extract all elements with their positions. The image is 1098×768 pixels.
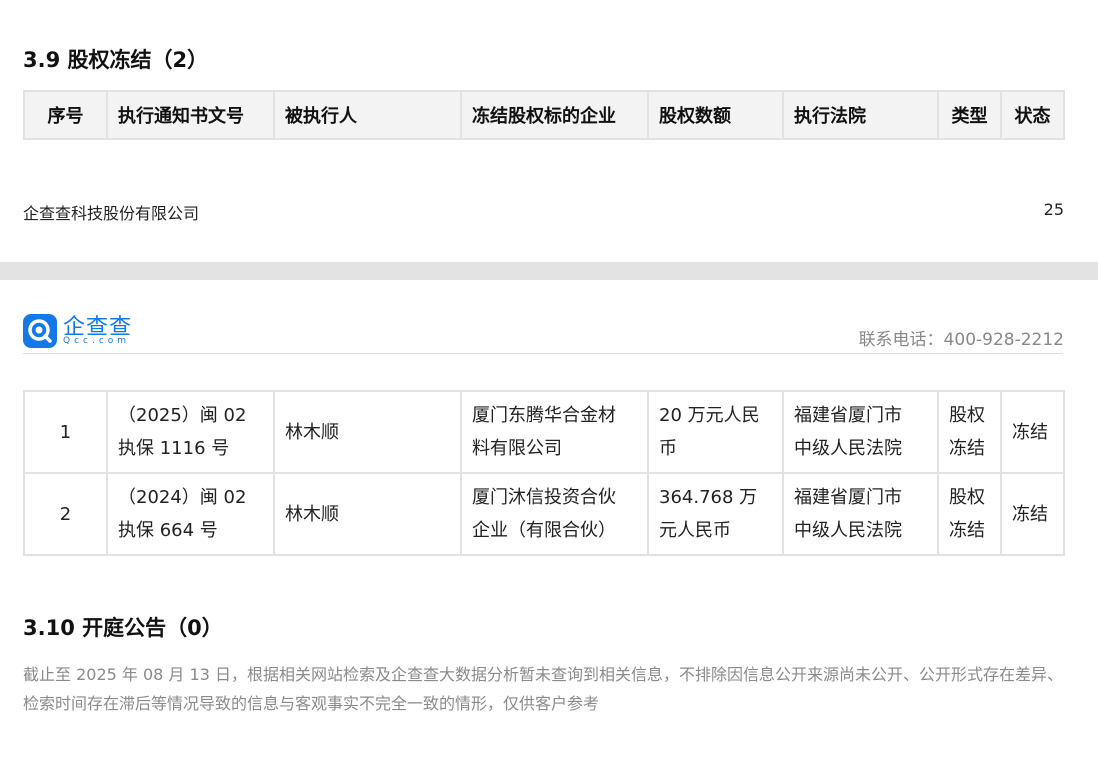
footer-page-number: 25 xyxy=(1043,200,1064,219)
no-data-note: 截止至 2025 年 08 月 13 日，根据相关网站检索及企查查大数据分析暂未… xyxy=(23,665,1063,713)
cell-court-line2: 中级人民法院 xyxy=(794,520,902,541)
cell-amount: 364.768 万元人民币 xyxy=(647,472,784,556)
cell-status: 冻结 xyxy=(1000,390,1065,474)
cell-type: 股权 冻结 xyxy=(937,472,1002,556)
cell-executee: 林木顺 xyxy=(273,472,462,556)
cell-amount-line2: 币 xyxy=(659,438,677,459)
cell-type-line2: 冻结 xyxy=(949,520,985,541)
cell-index: 1 xyxy=(23,390,108,474)
cell-target-line1: 厦门沐信投资合伙 xyxy=(472,487,616,508)
cell-amount-line1: 20 万元人民 xyxy=(659,405,760,426)
column-header-court: 执行法院 xyxy=(782,90,939,140)
header-divider xyxy=(23,353,1063,354)
cell-court: 福建省厦门市 中级人民法院 xyxy=(782,390,939,474)
cell-doc-no-line2: 执保 664 号 xyxy=(118,520,218,541)
cell-court: 福建省厦门市 中级人民法院 xyxy=(782,472,939,556)
cell-target-company: 厦门东腾华合金材 料有限公司 xyxy=(460,390,649,474)
cell-court-line1: 福建省厦门市 xyxy=(794,405,902,426)
table-row: 2 （2024）闽 02 执保 664 号 林木顺 厦门沐信投资合伙 企业（有限合伙… xyxy=(23,472,1065,556)
column-header-executee: 被执行人 xyxy=(273,90,462,140)
table-header-row: 序号 执行通知书文号 被执行人 冻结股权标的企业 股权数额 执行法院 类型 状态 xyxy=(23,90,1065,140)
cell-status: 冻结 xyxy=(1000,472,1065,556)
column-header-doc-no: 执行通知书文号 xyxy=(106,90,275,140)
column-header-status: 状态 xyxy=(1000,90,1065,140)
cell-type: 股权 冻结 xyxy=(937,390,1002,474)
section-title-equity-freeze: 3.9 股权冻结（2） xyxy=(23,48,209,72)
section-title-court-hearing: 3.10 开庭公告（0） xyxy=(23,616,223,640)
equity-freeze-table-body: 1 （2025）闽 02 执保 1116 号 林木顺 厦门东腾华合金材 料有限公司 … xyxy=(23,390,1065,556)
cell-amount-line1: 364.768 万 xyxy=(659,487,758,508)
cell-index: 2 xyxy=(23,472,108,556)
cell-court-line2: 中级人民法院 xyxy=(794,438,902,459)
cell-target-line2: 企业（有限合伙） xyxy=(472,520,616,541)
footer-company-name: 企查查科技股份有限公司 xyxy=(23,204,200,223)
cell-target-company: 厦门沐信投资合伙 企业（有限合伙） xyxy=(460,472,649,556)
cell-amount: 20 万元人民币 xyxy=(647,390,784,474)
cell-type-line2: 冻结 xyxy=(949,438,985,459)
cell-amount-line2: 元人民币 xyxy=(659,520,731,541)
equity-freeze-table-header: 序号 执行通知书文号 被执行人 冻结股权标的企业 股权数额 执行法院 类型 状态 xyxy=(23,90,1065,140)
cell-executee: 林木顺 xyxy=(273,390,462,474)
cell-doc-no-line1: （2024）闽 02 xyxy=(118,487,247,508)
cell-type-line1: 股权 xyxy=(949,487,985,508)
cell-type-line1: 股权 xyxy=(949,405,985,426)
cell-doc-no: （2024）闽 02 执保 664 号 xyxy=(106,472,275,556)
cell-doc-no-line2: 执保 1116 号 xyxy=(118,438,230,459)
cell-court-line1: 福建省厦门市 xyxy=(794,487,902,508)
column-header-amount: 股权数额 xyxy=(647,90,784,140)
cell-target-line2: 料有限公司 xyxy=(472,438,562,459)
cell-doc-no: （2025）闽 02 执保 1116 号 xyxy=(106,390,275,474)
cell-target-line1: 厦门东腾华合金材 xyxy=(472,405,616,426)
logo-subtext: Qcc.com xyxy=(63,336,131,346)
column-header-target-company: 冻结股权标的企业 xyxy=(460,90,649,140)
table-row: 1 （2025）闽 02 执保 1116 号 林木顺 厦门东腾华合金材 料有限公司 … xyxy=(23,390,1065,474)
page-break xyxy=(0,262,1098,280)
qcc-logo-icon xyxy=(23,314,57,348)
column-header-index: 序号 xyxy=(23,90,108,140)
column-header-type: 类型 xyxy=(937,90,1002,140)
cell-doc-no-line1: （2025）闽 02 xyxy=(118,405,247,426)
contact-hotline: 联系电话：400-928-2212 xyxy=(858,330,1064,350)
